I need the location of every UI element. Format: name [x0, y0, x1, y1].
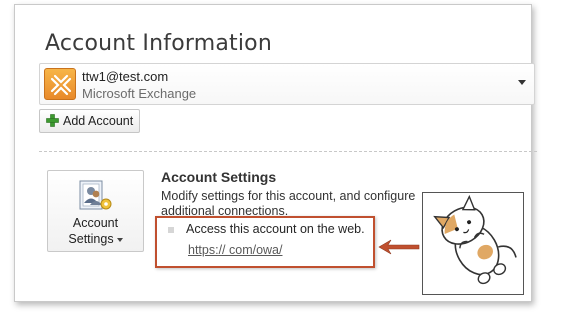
chevron-down-icon	[116, 237, 123, 242]
account-type: Microsoft Exchange	[82, 86, 197, 101]
account-information-panel: Account Information ttw1@test.com Micros…	[14, 4, 537, 302]
add-account-label: Add Account	[63, 114, 134, 128]
add-account-button[interactable]: Add Account	[39, 109, 140, 133]
account-settings-button[interactable]: Account Settings	[47, 170, 144, 252]
add-plus-icon	[46, 114, 59, 130]
cat-sticker-image	[422, 192, 524, 295]
account-settings-description: Modify settings for this account, and co…	[161, 189, 416, 218]
section-divider	[39, 151, 537, 152]
owa-link[interactable]: https:// com/owa/	[188, 243, 282, 257]
account-settings-icon	[78, 179, 114, 218]
account-email: ttw1@test.com	[82, 69, 169, 84]
exchange-icon	[44, 68, 76, 100]
account-selector[interactable]: ttw1@test.com Microsoft Exchange	[39, 63, 535, 105]
bullet-icon	[168, 227, 174, 233]
page-title: Account Information	[45, 31, 272, 56]
account-settings-label-line2: Settings	[68, 232, 114, 246]
pointer-arrow-icon	[378, 239, 420, 255]
dropdown-arrow-icon[interactable]	[518, 80, 526, 85]
web-access-highlight: Access this account on the web. https://…	[155, 216, 375, 268]
account-settings-label-line1: Account	[72, 216, 119, 230]
account-settings-heading: Account Settings	[161, 169, 277, 185]
web-access-text: Access this account on the web.	[186, 222, 365, 236]
